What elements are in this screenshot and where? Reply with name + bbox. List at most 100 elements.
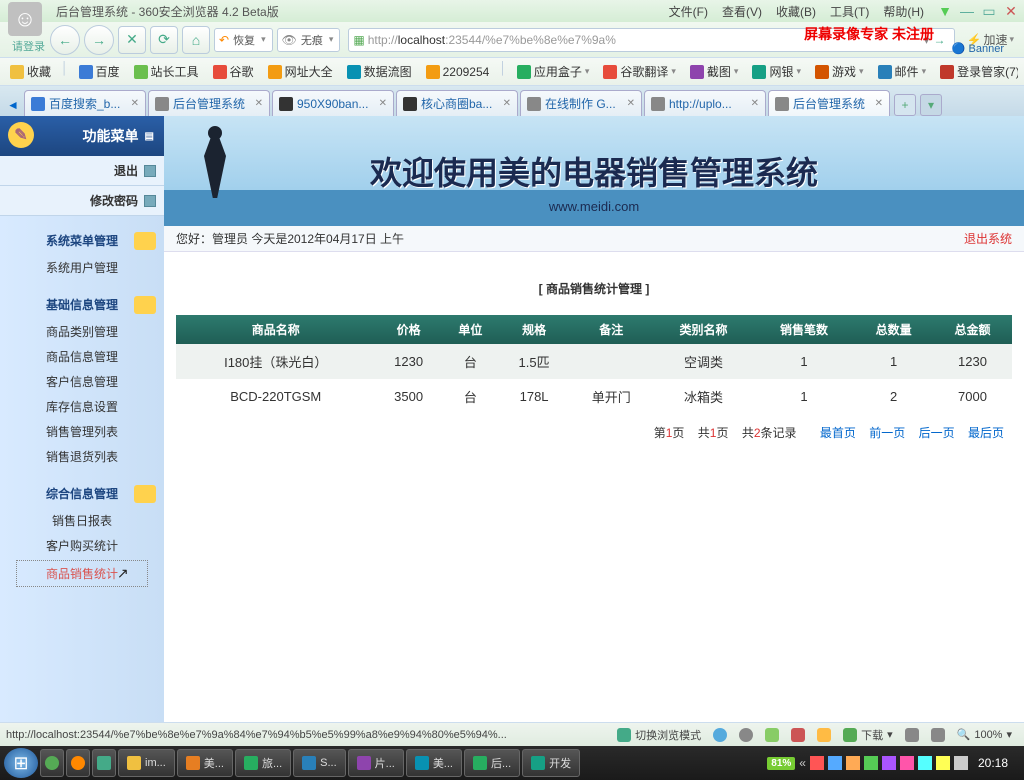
browser-tab[interactable]: 950X90ban...✕ [272,90,394,116]
sidebar-link[interactable]: 系统用户管理 [0,255,164,280]
sidebar-link[interactable]: 客户购买统计 [0,533,164,558]
bookmark-item[interactable]: 网址大全 [264,61,337,82]
sidebar-link[interactable]: 商品信息管理 [0,344,164,369]
tab-menu-button[interactable]: ▾ [920,94,942,116]
status-mute-icon[interactable] [733,728,759,742]
table-header: 类别名称 [653,315,753,344]
bookmark-item[interactable]: 邮件 ▾ [874,61,931,82]
forward-button[interactable]: → [84,25,114,55]
tab-close-icon[interactable]: ✕ [875,98,883,109]
sidebar-link[interactable]: 库存信息设置 [0,394,164,419]
page-banner: 欢迎使用美的电器销售管理系统 www.meidi.com [164,116,1024,226]
status-popup-icon[interactable] [811,728,837,742]
bookmark-bar: 收藏│百度站长工具谷歌网址大全数据流图2209254│应用盒子 ▾谷歌翻译 ▾截… [0,58,1024,86]
bookmark-item[interactable]: 应用盒子 ▾ [513,61,594,82]
restore-dropdown[interactable]: ↶恢复▾ [214,28,273,52]
bookmark-item[interactable]: 谷歌翻译 ▾ [599,61,680,82]
sidebar-header[interactable]: 功能菜单▤ [0,116,164,156]
sidebar-link[interactable]: 客户信息管理 [0,369,164,394]
sidebar-group-title[interactable]: 综合信息管理 [0,479,164,508]
quick-launch[interactable] [92,749,116,777]
banner-widget[interactable]: 🔵 Banner [952,42,1004,55]
tab-close-icon[interactable]: ✕ [379,98,387,109]
stop-button[interactable]: ✕ [118,26,146,54]
pager: 第1页 共1页 共2条记录 最首页 前一页 后一页 最后页 [176,414,1012,441]
menu-view[interactable]: 查看(V) [718,1,766,22]
close-icon[interactable]: ✕ [1004,4,1018,18]
status-adblock-icon[interactable] [785,728,811,742]
switch-mode[interactable]: 切换浏览模式 [611,727,707,743]
bookmark-item[interactable]: 登录管家(7) ▾ [936,61,1018,82]
tab-close-icon[interactable]: ✕ [503,98,511,109]
taskbar-button[interactable]: 片... [348,749,404,777]
menu-file[interactable]: 文件(F) [665,1,712,22]
pager-next[interactable]: 后一页 [919,426,955,440]
minimize-icon[interactable]: — [960,4,974,18]
tab-scroll-left[interactable]: ◄ [4,94,22,116]
taskbar-button[interactable]: S... [293,749,346,777]
browser-tab[interactable]: 后台管理系统✕ [148,90,270,116]
bookmark-item[interactable]: 站长工具 [130,61,203,82]
reload-button[interactable]: ⟳ [150,26,178,54]
browser-tab[interactable]: 在线制作 G...✕ [520,90,642,116]
main-panel: 欢迎使用美的电器销售管理系统 www.meidi.com 您好：管理员 今天是2… [164,116,1024,722]
banner-title: 欢迎使用美的电器销售管理系统 [370,148,818,194]
bookmark-item[interactable]: 网银 ▾ [748,61,805,82]
status-cleanup-icon[interactable] [899,728,925,742]
maximize-icon[interactable]: ▭ [982,4,996,18]
menu-favorites[interactable]: 收藏(B) [772,1,820,22]
sidebar-link[interactable]: 销售日报表 [0,508,164,533]
browser-tab[interactable]: http://uplo...✕ [644,90,766,116]
menu-tools[interactable]: 工具(T) [826,1,873,22]
sidebar-group-title[interactable]: 基础信息管理 [0,290,164,319]
taskbar-button[interactable]: 美... [177,749,233,777]
back-button[interactable]: ← [50,25,80,55]
sidebar-link[interactable]: 商品销售统计 [16,560,148,587]
tab-close-icon[interactable]: ✕ [131,98,139,109]
status-shield-icon[interactable] [759,728,785,742]
login-label[interactable]: 请登录 [12,38,45,54]
tab-close-icon[interactable]: ✕ [627,98,635,109]
sidebar-change-password[interactable]: 修改密码 [0,186,164,216]
bookmark-item[interactable]: 截图 ▾ [686,61,743,82]
bookmark-item[interactable]: 2209254 [422,61,494,82]
sidebar-link[interactable]: 商品类别管理 [0,319,164,344]
home-button[interactable]: ⌂ [182,26,210,54]
pager-prev[interactable]: 前一页 [869,426,905,440]
pager-first[interactable]: 最首页 [820,426,856,440]
taskbar-button[interactable]: 后... [464,749,520,777]
bookmark-item[interactable]: 百度 [75,61,124,82]
bookmark-item[interactable]: 谷歌 [209,61,258,82]
user-avatar-icon[interactable]: ☺ [8,2,42,36]
start-button[interactable]: ⊞ [4,748,38,778]
menu-help[interactable]: 帮助(H) [879,1,928,22]
sidebar-group-title[interactable]: 系统菜单管理 [0,226,164,255]
browser-tab[interactable]: 后台管理系统✕ [768,90,890,116]
taskbar-button[interactable]: im... [118,749,175,777]
logout-link[interactable]: 退出系统 [964,230,1012,247]
tab-close-icon[interactable]: ✕ [751,98,759,109]
table-row: BCD-220TGSM3500台178L单开门冰箱类127000 [176,379,1012,414]
taskbar-button[interactable]: 开发 [522,749,580,777]
pager-last[interactable]: 最后页 [968,426,1004,440]
download-button[interactable]: 下载▾ [837,727,899,743]
browser-tab[interactable]: 核心商圈ba...✕ [396,90,518,116]
taskbar-button[interactable]: 旅... [235,749,291,777]
status-repair-icon[interactable] [925,728,951,742]
skin-icon[interactable]: ▼ [938,4,952,18]
sidebar-exit[interactable]: 退出 [0,156,164,186]
bookmark-item[interactable]: 游戏 ▾ [811,61,868,82]
quick-launch[interactable] [40,749,64,777]
sidebar-link[interactable]: 销售退货列表 [0,444,164,469]
sidebar-link[interactable]: 销售管理列表 [0,419,164,444]
new-tab-button[interactable]: + [894,94,916,116]
browser-tab[interactable]: 百度搜索_b...✕ [24,90,146,116]
zoom-control[interactable]: 🔍 100% ▾ [951,728,1018,741]
bookmark-item[interactable]: 数据流图 [343,61,416,82]
tab-close-icon[interactable]: ✕ [255,98,263,109]
incognito-dropdown[interactable]: 👁无痕▾ [277,28,341,52]
status-globe-icon[interactable] [707,728,733,742]
bookmark-item[interactable]: 收藏 [6,61,55,82]
quick-launch[interactable] [66,749,90,777]
taskbar-button[interactable]: 美... [406,749,462,777]
